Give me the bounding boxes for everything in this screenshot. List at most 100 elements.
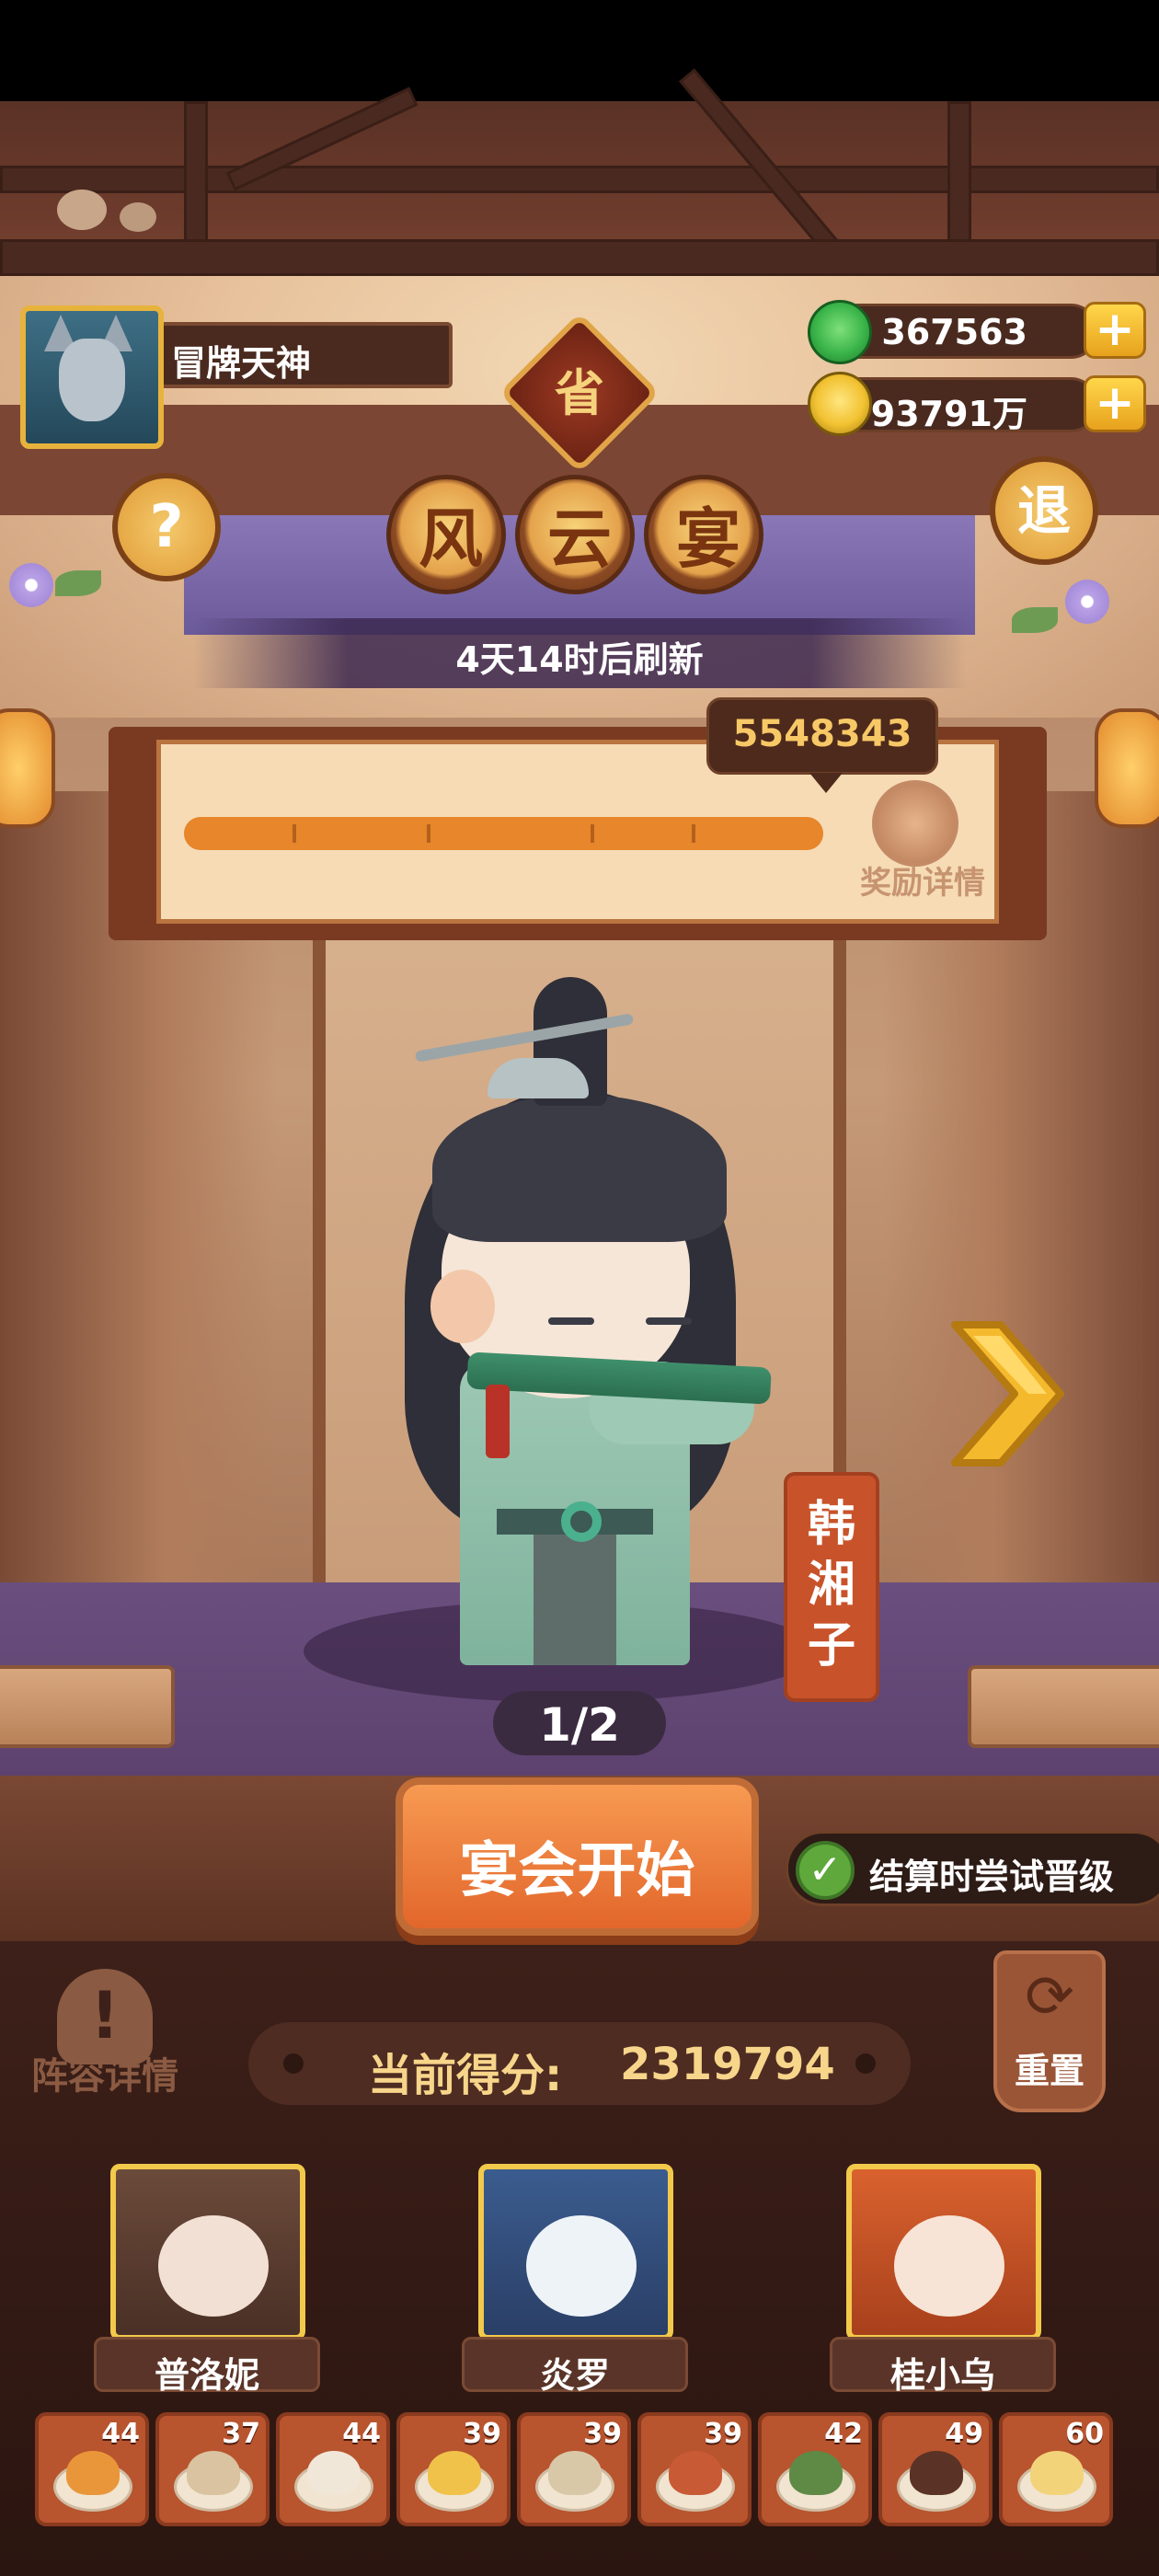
- dish-slot[interactable]: 39: [637, 2412, 752, 2526]
- dish-count: 39: [704, 2418, 742, 2450]
- help-button[interactable]: ?: [112, 473, 221, 581]
- wolf-avatar-icon: [59, 339, 125, 421]
- title-char-3: 宴: [676, 501, 740, 577]
- red-tassel-icon: [486, 1385, 510, 1458]
- reward-details-link[interactable]: 奖励详情: [844, 857, 1001, 903]
- dish-count: 39: [463, 2418, 501, 2450]
- character-name-banner: 韩湘子: [784, 1472, 879, 1702]
- title-char-2: 云: [547, 501, 612, 577]
- target-score: 5548343: [732, 713, 912, 755]
- judge-name: 普洛妮: [154, 2355, 259, 2396]
- current-score-value: 2319794: [620, 2039, 835, 2090]
- flower-icon: [9, 563, 53, 607]
- chick-icon: [57, 190, 107, 230]
- character-bangs: [432, 1095, 727, 1242]
- score-progress-fill: [184, 817, 823, 850]
- lantern-icon: [1095, 708, 1159, 828]
- judge-portrait-icon: [894, 2215, 1004, 2317]
- dish-slot[interactable]: 37: [155, 2412, 270, 2526]
- add-coin-button[interactable]: +: [1084, 375, 1146, 432]
- soup-bowl-icon: [187, 2451, 240, 2495]
- scroll-portrait-icon: [548, 2451, 602, 2495]
- progress-tick: [692, 824, 695, 843]
- jade-pendant-icon: [561, 1501, 602, 1542]
- dish-slot[interactable]: 39: [396, 2412, 511, 2526]
- dish-count: 37: [222, 2418, 260, 2450]
- green-jade-icon: [808, 300, 872, 364]
- dot-ornament: [855, 2053, 876, 2074]
- lineup-details-label[interactable]: 阵容详情: [22, 2046, 188, 2099]
- start-banquet-button[interactable]: 宴会开始: [396, 1777, 759, 1936]
- page-indicator: 1/2: [493, 1691, 666, 1755]
- leaf-icon: [1012, 607, 1058, 633]
- skewer-icon: [669, 2451, 722, 2495]
- leaf-icon: [55, 570, 101, 596]
- promote-toggle[interactable]: ✓ 结算时尝试晋级: [786, 1831, 1159, 1906]
- judge-plate: 普洛妮: [94, 2337, 320, 2396]
- title-char-1: 风: [419, 501, 483, 577]
- steamed-bun-icon: [307, 2451, 361, 2495]
- dish-count: 42: [824, 2418, 863, 2450]
- exit-button[interactable]: 退: [990, 456, 1098, 565]
- progress-tick: [591, 824, 594, 843]
- judge-card[interactable]: [478, 2164, 673, 2340]
- refresh-countdown: 4天14时后刷新: [455, 639, 704, 680]
- judge-card[interactable]: [846, 2164, 1041, 2340]
- left-bench: [0, 1665, 175, 1748]
- bubble-tail: [809, 773, 843, 793]
- dish-count: 44: [101, 2418, 140, 2450]
- next-character-arrow-icon[interactable]: [936, 1316, 1074, 1472]
- judge-card[interactable]: [110, 2164, 305, 2340]
- character-name: 韩湘子: [807, 1497, 855, 1673]
- roof-background: [0, 68, 1159, 294]
- reward-chest-icon[interactable]: [872, 780, 958, 867]
- player-name: 冒牌天神: [171, 343, 312, 384]
- current-score-label: 当前得分:: [368, 2050, 563, 2101]
- player-name-plate: 冒牌天神: [158, 322, 453, 388]
- avatar[interactable]: [20, 305, 164, 449]
- dish-slot[interactable]: 60: [999, 2412, 1113, 2526]
- target-score-bubble: 5548343: [706, 697, 938, 775]
- lantern-icon: [0, 708, 55, 828]
- page-indicator-text: 1/2: [539, 1698, 620, 1752]
- character-ear: [430, 1270, 495, 1343]
- question-mark-icon: ?: [149, 493, 184, 561]
- score-progress-bar: [184, 817, 823, 850]
- dish-count: 44: [342, 2418, 381, 2450]
- judge-portrait-icon: [158, 2215, 269, 2317]
- right-bench: [968, 1665, 1159, 1748]
- dish-slot[interactable]: 42: [758, 2412, 872, 2526]
- dot-ornament: [283, 2053, 304, 2074]
- reset-label: 重置: [1014, 2051, 1084, 2091]
- reset-button[interactable]: ⟳ 重置: [993, 1950, 1106, 2112]
- gold-coin-icon: [808, 372, 872, 436]
- judge-plate: 桂小乌: [830, 2337, 1056, 2396]
- exclamation-icon: !: [90, 1978, 120, 2053]
- tofu-platter-icon: [1030, 2451, 1084, 2495]
- dish-count: 49: [945, 2418, 983, 2450]
- judge-plate: 炎罗: [462, 2337, 688, 2396]
- judge-name: 桂小乌: [889, 2355, 995, 2396]
- refresh-icon: ⟳: [1025, 1963, 1074, 2031]
- hair-crown-icon: [488, 1058, 589, 1098]
- checkmark-icon[interactable]: ✓: [796, 1841, 855, 1900]
- fried-dish-icon: [66, 2451, 120, 2495]
- dish-slot[interactable]: 44: [35, 2412, 149, 2526]
- chick-icon: [120, 202, 156, 232]
- character-eye: [646, 1317, 692, 1325]
- progress-tick: [427, 824, 430, 843]
- flower-icon: [1065, 580, 1109, 624]
- add-jade-button[interactable]: +: [1084, 302, 1146, 359]
- promote-label: 结算时尝试晋级: [869, 1857, 1115, 1897]
- dish-count: 60: [1065, 2418, 1104, 2450]
- game-screen: 冒牌天神 367563 + 93791万 + 省 风 云 宴 4天14时后刷新 …: [0, 0, 1159, 2576]
- province-badge-label: 省: [555, 364, 604, 422]
- judge-portrait-icon: [526, 2215, 637, 2317]
- dish-slot[interactable]: 44: [276, 2412, 390, 2526]
- bonsai-platter-icon: [789, 2451, 843, 2495]
- dish-slot[interactable]: 39: [517, 2412, 631, 2526]
- status-bar: [0, 0, 1159, 101]
- dish-slot[interactable]: 49: [878, 2412, 993, 2526]
- refresh-banner: 4天14时后刷新: [193, 618, 966, 688]
- start-banquet-label: 宴会开始: [459, 1837, 695, 1905]
